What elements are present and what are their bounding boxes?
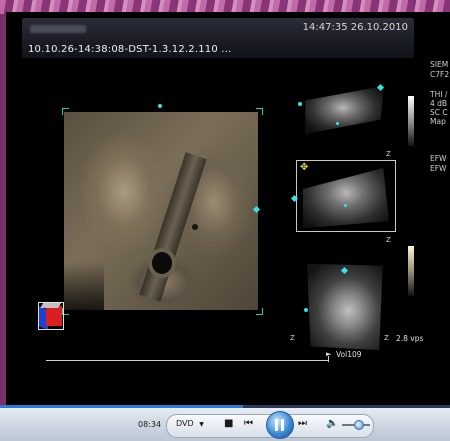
elapsed-time: 08:34: [138, 420, 162, 429]
render-shadow: [64, 262, 104, 310]
source-dropdown[interactable]: DVD ▼: [176, 419, 204, 428]
side-info-line: SIEM: [430, 60, 449, 69]
pause-icon: [275, 419, 285, 431]
marker-dot: [304, 308, 308, 312]
side-info-line: Map: [430, 117, 446, 126]
render-spot: [192, 224, 198, 230]
side-info-line: EFW: [430, 154, 447, 163]
z-axis-label: Z: [384, 334, 389, 342]
z-axis-label: Z: [290, 334, 295, 342]
grayscale-bar: [408, 96, 414, 146]
study-timestamp: 14:47:35 26.10.2010: [302, 22, 408, 33]
baseline-tick: [328, 356, 329, 362]
baseline-divider: [46, 360, 328, 361]
source-label: DVD: [176, 419, 194, 428]
side-info-line: EFW: [430, 164, 447, 173]
chevron-down-icon: ▼: [199, 421, 204, 428]
redacted-patient-name: [30, 25, 86, 33]
ultrasound-slice-b[interactable]: [296, 160, 396, 232]
study-title: 10.10.26-14:38:08-DST-1.3.12.2.110 ...: [28, 44, 232, 55]
marker-dot: [298, 102, 302, 106]
side-info-line: C7F2: [430, 70, 450, 79]
volume-slider-knob[interactable]: [354, 420, 364, 430]
player-controls-bar: 08:34 DVD ▼ ■ ⏮ ⏭ 🔈: [0, 408, 450, 441]
study-header: 14:47:35 26.10.2010 10.10.26-14:38:08-DS…: [22, 18, 414, 58]
next-track-icon[interactable]: ⏭: [298, 418, 307, 429]
marker-dot: [344, 204, 347, 207]
frame-rate-readout: 2.8 vps: [396, 334, 424, 343]
stop-icon[interactable]: ■: [224, 418, 233, 429]
grayscale-bar: [408, 246, 414, 296]
marker-dot: [158, 104, 162, 108]
z-axis-label: Z: [386, 150, 391, 158]
render-corner-marker: [62, 108, 69, 115]
render-corner-marker: [256, 308, 263, 315]
render-corner-marker: [256, 108, 263, 115]
orientation-cube-icon: [36, 300, 68, 332]
previous-track-icon[interactable]: ⏮: [244, 418, 253, 429]
pause-button[interactable]: [266, 411, 294, 439]
z-axis-label: Z: [386, 236, 391, 244]
move-cursor-icon: ✥: [300, 162, 309, 173]
marker-dot: [336, 122, 339, 125]
volume-id-label: Vol109: [336, 350, 362, 359]
speaker-icon[interactable]: 🔈: [326, 418, 338, 429]
render-cavity: [152, 252, 172, 274]
3d-surface-render: [64, 112, 258, 310]
